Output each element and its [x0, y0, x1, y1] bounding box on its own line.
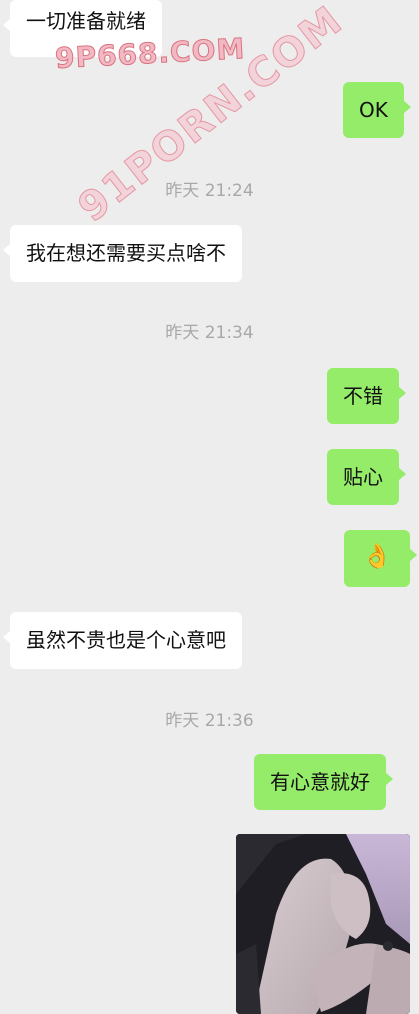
message-text: 不错 [343, 384, 383, 408]
timestamp: 昨天 21:24 [165, 181, 254, 201]
message-text: 我在想还需要买点啥不 [26, 241, 226, 265]
message-bubble-outgoing[interactable]: 贴心 [327, 449, 406, 505]
message-bubble-incoming[interactable]: 我在想还需要买点啥不 [3, 225, 242, 282]
message-text: 虽然不贵也是个心意吧 [26, 628, 226, 652]
timestamp: 昨天 21:34 [165, 323, 254, 343]
timestamp: 昨天 21:36 [165, 711, 254, 731]
message-text: OK [359, 98, 388, 122]
chat-view: 一切准备就绪 9P668.COM OK 昨天 21:24 我在想还需要买点啥不 … [0, 0, 419, 1014]
message-bubble-outgoing[interactable]: 不错 [327, 368, 406, 424]
photo-message[interactable] [236, 834, 410, 1014]
message-text: 有心意就好 [270, 770, 370, 794]
message-text: 贴心 [343, 465, 383, 489]
message-text: 一切准备就绪 [26, 9, 146, 33]
message-bubble-outgoing[interactable]: 👌 [344, 530, 417, 587]
message-bubble-outgoing[interactable]: OK [343, 82, 411, 138]
message-bubble-incoming[interactable]: 虽然不贵也是个心意吧 [3, 612, 242, 669]
photo-image [236, 834, 410, 1014]
ok-hand-emoji-icon: 👌 [362, 542, 392, 570]
message-bubble-outgoing[interactable]: 有心意就好 [254, 754, 393, 810]
